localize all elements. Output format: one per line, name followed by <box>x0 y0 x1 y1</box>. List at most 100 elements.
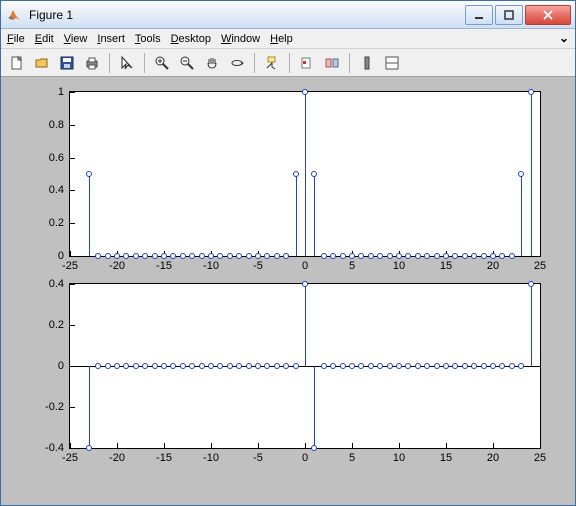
brush-button[interactable] <box>295 51 319 75</box>
rotate-3d-button[interactable] <box>225 51 249 75</box>
x-tick-label: -5 <box>253 448 263 464</box>
insert-legend-button[interactable] <box>380 51 404 75</box>
x-tick-label: 5 <box>349 448 355 464</box>
close-button[interactable] <box>525 5 571 25</box>
stem-marker <box>358 363 364 369</box>
stem-line <box>89 366 90 448</box>
stem-marker <box>189 363 195 369</box>
stem-marker <box>358 253 364 259</box>
menu-view[interactable]: View <box>64 33 88 45</box>
stem-marker <box>283 363 289 369</box>
stem-marker <box>490 363 496 369</box>
menu-desktop[interactable]: Desktop <box>171 33 211 45</box>
stem-marker <box>170 253 176 259</box>
data-cursor-button[interactable] <box>260 51 284 75</box>
zero-line <box>70 366 540 367</box>
x-tick-label: 20 <box>487 448 499 464</box>
menu-help[interactable]: Help <box>270 33 293 45</box>
toolbar <box>1 49 575 77</box>
stem-marker <box>311 445 317 451</box>
stem-marker <box>481 253 487 259</box>
stem-marker <box>368 363 374 369</box>
stem-marker <box>443 363 449 369</box>
new-figure-button[interactable] <box>5 51 29 75</box>
menu-window[interactable]: Window <box>221 33 260 45</box>
stem-marker <box>321 363 327 369</box>
stem-marker <box>443 253 449 259</box>
axes-2[interactable]: -0.4-0.200.20.4-25-20-15-10-50510152025 <box>69 283 541 449</box>
stem-marker <box>180 253 186 259</box>
stem-marker <box>217 363 223 369</box>
pan-button[interactable] <box>200 51 224 75</box>
stem-marker <box>246 363 252 369</box>
stem-marker <box>518 171 524 177</box>
y-tick-label: 0 <box>58 360 70 372</box>
stem-marker <box>95 363 101 369</box>
print-button[interactable] <box>80 51 104 75</box>
zoom-in-button[interactable] <box>150 51 174 75</box>
stem-marker <box>133 363 139 369</box>
link-button[interactable] <box>320 51 344 75</box>
x-tick-label: 25 <box>534 256 546 272</box>
stem-marker <box>180 363 186 369</box>
stem-marker <box>152 363 158 369</box>
x-tick-label: 25 <box>534 448 546 464</box>
stem-marker <box>227 363 233 369</box>
stem-marker <box>236 363 242 369</box>
zoom-out-button[interactable] <box>175 51 199 75</box>
stem-marker <box>528 89 534 95</box>
stem-marker <box>255 253 261 259</box>
menu-tools[interactable]: Tools <box>135 33 161 45</box>
y-tick-label: 0.4 <box>49 184 70 196</box>
stem-marker <box>424 253 430 259</box>
y-tick-label: 0.6 <box>49 152 70 164</box>
x-tick-label: -10 <box>203 448 219 464</box>
stem-marker <box>509 363 515 369</box>
stem-marker <box>452 253 458 259</box>
stem-marker <box>518 363 524 369</box>
matlab-icon <box>7 7 23 23</box>
minimize-button[interactable] <box>465 5 493 25</box>
titlebar: Figure 1 <box>1 1 575 29</box>
stem-marker <box>86 445 92 451</box>
y-tick-label: 0.8 <box>49 119 70 131</box>
x-tick-label: -25 <box>62 256 78 272</box>
open-button[interactable] <box>30 51 54 75</box>
stem-marker <box>368 253 374 259</box>
maximize-button[interactable] <box>495 5 523 25</box>
menubar: File Edit View Insert Tools Desktop Wind… <box>1 29 575 49</box>
edit-plot-button[interactable] <box>115 51 139 75</box>
toolbar-separator <box>144 53 145 73</box>
stem-marker <box>462 363 468 369</box>
stem-marker <box>321 253 327 259</box>
stem-marker <box>377 363 383 369</box>
stem-marker <box>161 253 167 259</box>
stem-marker <box>499 253 505 259</box>
menu-insert[interactable]: Insert <box>97 33 125 45</box>
menu-edit[interactable]: Edit <box>35 33 54 45</box>
x-tick-label: -25 <box>62 448 78 464</box>
save-button[interactable] <box>55 51 79 75</box>
stem-marker <box>264 363 270 369</box>
x-tick-label: -15 <box>156 448 172 464</box>
window-controls <box>465 5 571 25</box>
insert-colorbar-button[interactable] <box>355 51 379 75</box>
stem-marker <box>396 253 402 259</box>
stem-line <box>314 366 315 448</box>
stem-marker <box>105 253 111 259</box>
y-tick-label: 1 <box>58 86 70 98</box>
stem-marker <box>199 363 205 369</box>
stem-marker <box>528 281 534 287</box>
stem-marker <box>246 253 252 259</box>
stem-marker <box>161 363 167 369</box>
stem-line <box>314 174 315 256</box>
stem-marker <box>302 89 308 95</box>
stem-marker <box>405 253 411 259</box>
stem-marker <box>434 253 440 259</box>
stem-marker <box>274 363 280 369</box>
menu-file[interactable]: File <box>7 33 25 45</box>
stem-marker <box>255 363 261 369</box>
axes-1[interactable]: 00.20.40.60.81-25-20-15-10-50510152025 <box>69 91 541 257</box>
toolbar-separator <box>109 53 110 73</box>
dock-controls-icon[interactable]: ⌄ <box>559 31 569 45</box>
